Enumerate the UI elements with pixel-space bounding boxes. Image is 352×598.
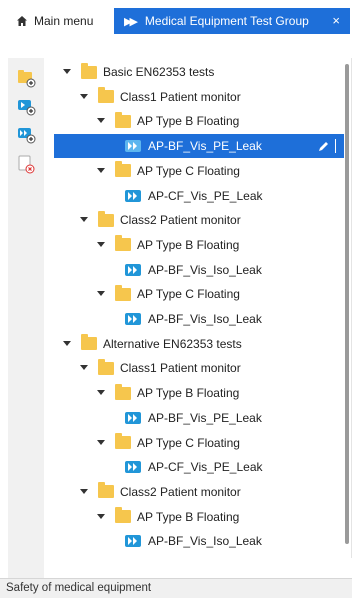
expand-caret-icon[interactable]: [62, 67, 72, 77]
test-run-icon: [125, 535, 141, 548]
tree-folder-item[interactable]: AP Type C Floating: [54, 282, 344, 306]
sequence-add-icon[interactable]: [16, 124, 36, 144]
folder-icon: [81, 334, 97, 351]
scrollbar[interactable]: [345, 64, 349, 544]
tree-folder-item[interactable]: Alternative EN62353 tests: [54, 332, 344, 356]
close-icon[interactable]: ×: [332, 13, 340, 28]
tab-main-menu[interactable]: Main menu: [6, 8, 110, 34]
folder-icon: [115, 383, 131, 400]
tree-folder-item[interactable]: AP Type C Floating: [54, 431, 344, 455]
expand-caret-icon[interactable]: [96, 289, 106, 299]
expand-caret-icon[interactable]: [96, 388, 106, 398]
status-bar: Safety of medical equipment: [0, 578, 352, 598]
tree-folder-item[interactable]: Class2 Patient monitor: [54, 480, 344, 504]
test-tree[interactable]: Basic EN62353 tests Class1 Patient monito…: [54, 58, 352, 558]
expand-caret-icon[interactable]: [79, 92, 89, 102]
test-add-icon[interactable]: [16, 96, 36, 116]
expand-caret-icon[interactable]: [96, 240, 106, 250]
tree-item-label: AP-BF_Vis_PE_Leak: [148, 139, 262, 154]
test-run-icon: [125, 461, 141, 474]
status-text: Safety of medical equipment: [6, 582, 152, 594]
tree-folder-item[interactable]: AP Type B Floating: [54, 233, 344, 257]
folder-icon: [115, 433, 131, 449]
tree-folder-item[interactable]: Class2 Patient monitor: [54, 208, 344, 232]
expand-caret-icon[interactable]: [96, 438, 106, 448]
tab-main-menu-label: Main menu: [34, 14, 94, 28]
tree-item-label: Basic EN62353 tests: [103, 65, 215, 79]
expand-caret-icon[interactable]: [62, 339, 72, 349]
tree-item-label: AP-BF_Vis_Iso_Leak: [148, 262, 262, 277]
tree-item-label: Class2 Patient monitor: [120, 213, 241, 228]
folder-icon: [98, 482, 114, 499]
tree-item-label: AP Type C Floating: [137, 287, 240, 302]
folder-icon: [115, 284, 131, 301]
tree-test-item[interactable]: AP-CF_Vis_PE_Leak: [54, 455, 344, 479]
tree-item-label: Class1 Patient monitor: [120, 361, 241, 376]
tree-folder-item[interactable]: AP Type B Floating: [54, 381, 344, 405]
tree-test-item[interactable]: AP-BF_Vis_PE_Leak: [54, 134, 344, 159]
delete-icon[interactable]: [16, 154, 36, 174]
tree-test-item[interactable]: AP-BF_Vis_Iso_Leak: [54, 307, 344, 331]
home-icon: [17, 16, 27, 26]
test-run-icon: [125, 313, 141, 325]
tree-folder-item[interactable]: AP Type C Floating: [54, 159, 344, 183]
tree-item-label: AP-CF_Vis_PE_Leak: [148, 188, 263, 203]
tree-test-item[interactable]: AP-BF_Vis_PE_Leak: [54, 406, 344, 430]
test-run-icon: [125, 189, 141, 202]
tree-folder-item[interactable]: Basic EN62353 tests: [54, 60, 344, 84]
tree-item-label: AP Type C Floating: [137, 435, 240, 450]
test-run-icon: [125, 411, 141, 424]
test-run-icon: [125, 263, 141, 276]
tree-item-label: Class1 Patient monitor: [120, 89, 241, 104]
expand-caret-icon[interactable]: [79, 215, 89, 225]
tab-bar: Main menu ▶▶ Medical Equipment Test Grou…: [0, 0, 352, 40]
tree-folder-item[interactable]: AP Type B Floating: [54, 109, 344, 133]
tree-item-label: Class2 Patient monitor: [120, 484, 241, 499]
tree-item-label: AP Type B Floating: [137, 386, 240, 401]
tree-item-label: AP-BF_Vis_Iso_Leak: [148, 534, 262, 549]
tree-item-label: AP-CF_Vis_PE_Leak: [148, 460, 263, 475]
tree-item-label: AP Type C Floating: [137, 163, 240, 178]
tree-test-item[interactable]: AP-CF_Vis_PE_Leak: [54, 184, 344, 208]
folder-icon: [115, 235, 131, 252]
expand-caret-icon[interactable]: [96, 166, 106, 176]
tab-medical-equipment-test-group[interactable]: ▶▶ Medical Equipment Test Group ×: [114, 8, 350, 34]
folder-icon: [115, 111, 131, 128]
folder-add-icon[interactable]: [16, 68, 36, 88]
expand-caret-icon[interactable]: [96, 512, 106, 522]
folder-icon: [98, 87, 114, 104]
folder-icon: [115, 161, 131, 178]
side-toolbar: [8, 58, 44, 578]
tree-folder-item[interactable]: AP Type B Floating: [54, 505, 344, 529]
tree-item-label: AP-BF_Vis_PE_Leak: [148, 410, 262, 425]
tree-test-item[interactable]: AP-BF_Vis_Iso_Leak: [54, 258, 344, 282]
folder-icon: [81, 62, 97, 79]
tree-item-label: AP Type B Floating: [137, 237, 240, 252]
tree-item-label: AP Type B Floating: [137, 509, 240, 524]
tree-test-item[interactable]: AP-BF_Vis_Iso_Leak: [54, 529, 344, 553]
tab-active-label: Medical Equipment Test Group: [144, 14, 309, 28]
tree-item-label: Alternative EN62353 tests: [103, 336, 242, 351]
row-actions: [318, 139, 336, 154]
expand-caret-icon[interactable]: [79, 487, 89, 497]
fast-forward-icon: ▶▶: [124, 15, 138, 28]
tree-item-label: AP Type B Floating: [137, 114, 240, 129]
edit-pencil-icon[interactable]: [318, 141, 329, 152]
drag-handle[interactable]: [335, 139, 336, 154]
tree-folder-item[interactable]: Class1 Patient monitor: [54, 356, 344, 380]
folder-icon: [115, 507, 131, 524]
tree-folder-item[interactable]: Class1 Patient monitor: [54, 85, 344, 109]
folder-icon: [98, 358, 114, 375]
expand-caret-icon[interactable]: [96, 116, 106, 126]
expand-caret-icon[interactable]: [79, 363, 89, 373]
tree-item-label: AP-BF_Vis_Iso_Leak: [148, 312, 262, 326]
test-run-icon: [125, 140, 141, 153]
folder-icon: [98, 210, 114, 227]
